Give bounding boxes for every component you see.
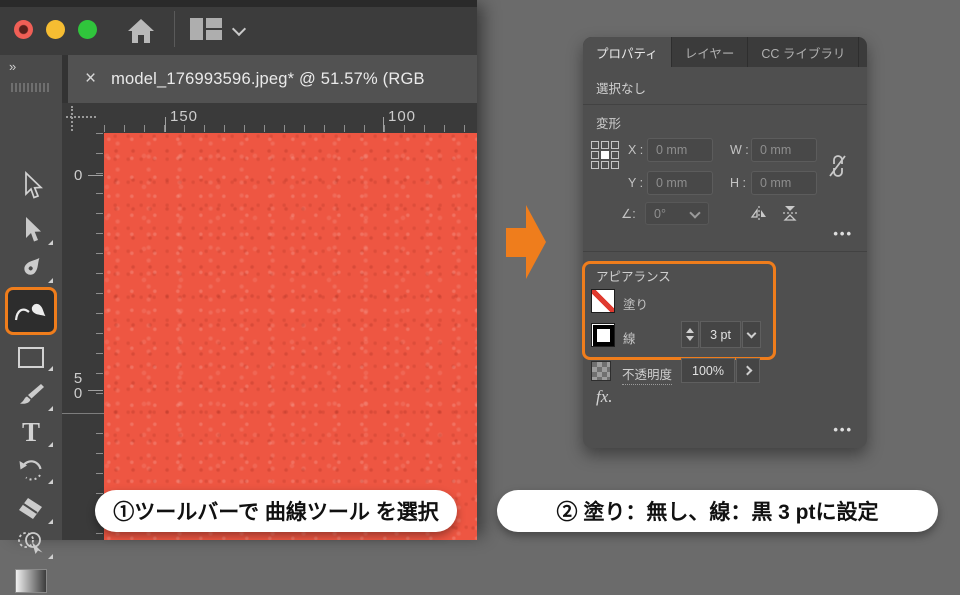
transform-more-options-button[interactable]: ••• — [833, 226, 853, 241]
type-tool-icon[interactable]: T — [0, 415, 62, 449]
ruler-label: 0 — [74, 167, 83, 184]
increment-icon[interactable] — [686, 328, 694, 333]
eraser-tool-icon[interactable] — [0, 492, 62, 526]
w-label: W : — [730, 143, 749, 157]
window-top-strip — [0, 0, 477, 7]
horizontal-ruler: 150 100 — [62, 103, 477, 133]
rotate-angle-select[interactable]: 0° — [645, 202, 709, 225]
step1-caption: ①ツールバーで 曲線ツール を選択 — [95, 490, 457, 532]
artboard-edge-marker — [62, 413, 104, 414]
curvature-tool-icon[interactable] — [0, 287, 62, 335]
step-arrow-icon — [506, 205, 546, 279]
tab-cc-libraries[interactable]: CC ライブラリ — [748, 37, 860, 67]
chevron-down-icon[interactable] — [231, 21, 247, 37]
chevron-down-icon — [689, 207, 701, 219]
stroke-weight-control: 3 pt — [681, 321, 761, 348]
properties-panel: プロパティ レイヤー CC ライブラリ 選択なし 変形 X : 0 mm W :… — [582, 37, 867, 448]
chevron-down-icon — [746, 328, 757, 338]
constrain-proportions-unlinked-icon[interactable] — [826, 152, 848, 180]
selection-status: 選択なし — [596, 82, 647, 96]
tab-properties[interactable]: プロパティ — [583, 37, 672, 67]
x-label: X : — [628, 143, 644, 157]
stroke-black-swatch[interactable] — [591, 323, 615, 347]
tab-layers[interactable]: レイヤー — [672, 37, 749, 67]
opacity-swatch[interactable] — [591, 361, 611, 381]
toolbar-grip-handle[interactable] — [11, 83, 51, 92]
opacity-value-field[interactable]: 100% — [681, 358, 735, 383]
gradient-tool-icon[interactable] — [0, 567, 62, 595]
home-icon[interactable] — [126, 17, 156, 45]
y-label: Y : — [628, 176, 644, 190]
selection-tool-icon[interactable] — [0, 170, 62, 202]
flip-horizontal-icon[interactable] — [750, 204, 768, 222]
fx-effects-button[interactable]: fx. — [596, 387, 613, 407]
divider — [583, 251, 867, 252]
app-titlebar — [0, 7, 477, 55]
shape-builder-tool-icon[interactable] — [0, 527, 62, 561]
appearance-more-options-button[interactable]: ••• — [833, 422, 853, 437]
stroke-weight-value[interactable]: 3 pt — [700, 321, 741, 348]
close-window-button[interactable] — [14, 20, 33, 39]
vertical-ruler-ticks — [96, 133, 103, 540]
rotate-tool-icon[interactable] — [0, 453, 62, 486]
opacity-expand-button[interactable] — [736, 358, 760, 383]
vertical-ruler: 0 50 — [62, 133, 104, 540]
illustrator-window: » T × model_176993596.jpeg* @ 51.57% (RG… — [0, 0, 477, 593]
stroke-weight-stepper[interactable] — [681, 321, 699, 348]
transform-section-title: 変形 — [596, 117, 622, 131]
h-field[interactable]: 0 mm — [751, 171, 817, 195]
ruler-label: 150 — [170, 108, 199, 125]
y-field[interactable]: 0 mm — [647, 171, 713, 195]
expand-toolbar-button[interactable]: » — [9, 59, 17, 74]
arrange-documents-icon[interactable] — [190, 18, 222, 40]
document-tab[interactable]: × model_176993596.jpeg* @ 51.57% (RGB — [68, 55, 477, 103]
opacity-label[interactable]: 不透明度 — [622, 364, 673, 385]
curvature-tool-highlight — [5, 287, 57, 335]
h-label: H : — [730, 176, 746, 190]
ruler-origin-icon — [71, 106, 73, 131]
ruler-label: 100 — [388, 108, 417, 125]
document-tab-title: model_176993596.jpeg* @ 51.57% (RGB — [111, 69, 425, 88]
w-field[interactable]: 0 mm — [751, 138, 817, 162]
rectangle-tool-icon[interactable] — [0, 341, 62, 373]
document-canvas[interactable] — [104, 133, 477, 540]
paintbrush-tool-icon[interactable] — [0, 379, 62, 413]
document-tab-bar: × model_176993596.jpeg* @ 51.57% (RGB — [62, 55, 477, 103]
direct-selection-tool-icon[interactable] — [0, 213, 62, 247]
divider — [583, 104, 867, 105]
titlebar-divider — [174, 11, 175, 47]
panel-tab-bar: プロパティ レイヤー CC ライブラリ — [583, 37, 867, 67]
reference-point-selector[interactable] — [591, 141, 619, 169]
zoom-window-button[interactable] — [78, 20, 97, 39]
pen-tool-icon[interactable] — [0, 251, 62, 285]
minimize-window-button[interactable] — [46, 20, 65, 39]
decrement-icon[interactable] — [686, 336, 694, 341]
ruler-label: 50 — [73, 370, 83, 402]
x-field[interactable]: 0 mm — [647, 138, 713, 162]
flip-vertical-icon[interactable] — [781, 204, 799, 222]
rotate-angle-label: ∠: — [621, 207, 636, 221]
fill-none-swatch[interactable] — [591, 289, 615, 313]
close-document-icon[interactable]: × — [85, 68, 96, 90]
rotate-angle-value: 0° — [654, 206, 666, 221]
tools-panel: » T — [0, 55, 63, 593]
horizontal-ruler-ticks — [104, 125, 477, 132]
appearance-section-title: アピアランス — [596, 270, 671, 284]
stroke-label: 線 — [623, 332, 636, 346]
chevron-right-icon — [742, 365, 752, 376]
step2-caption: ② 塗り：無し、線：黒 3 ptに設定 — [497, 490, 938, 532]
fill-label: 塗り — [623, 298, 649, 312]
stroke-weight-dropdown[interactable] — [742, 321, 761, 348]
